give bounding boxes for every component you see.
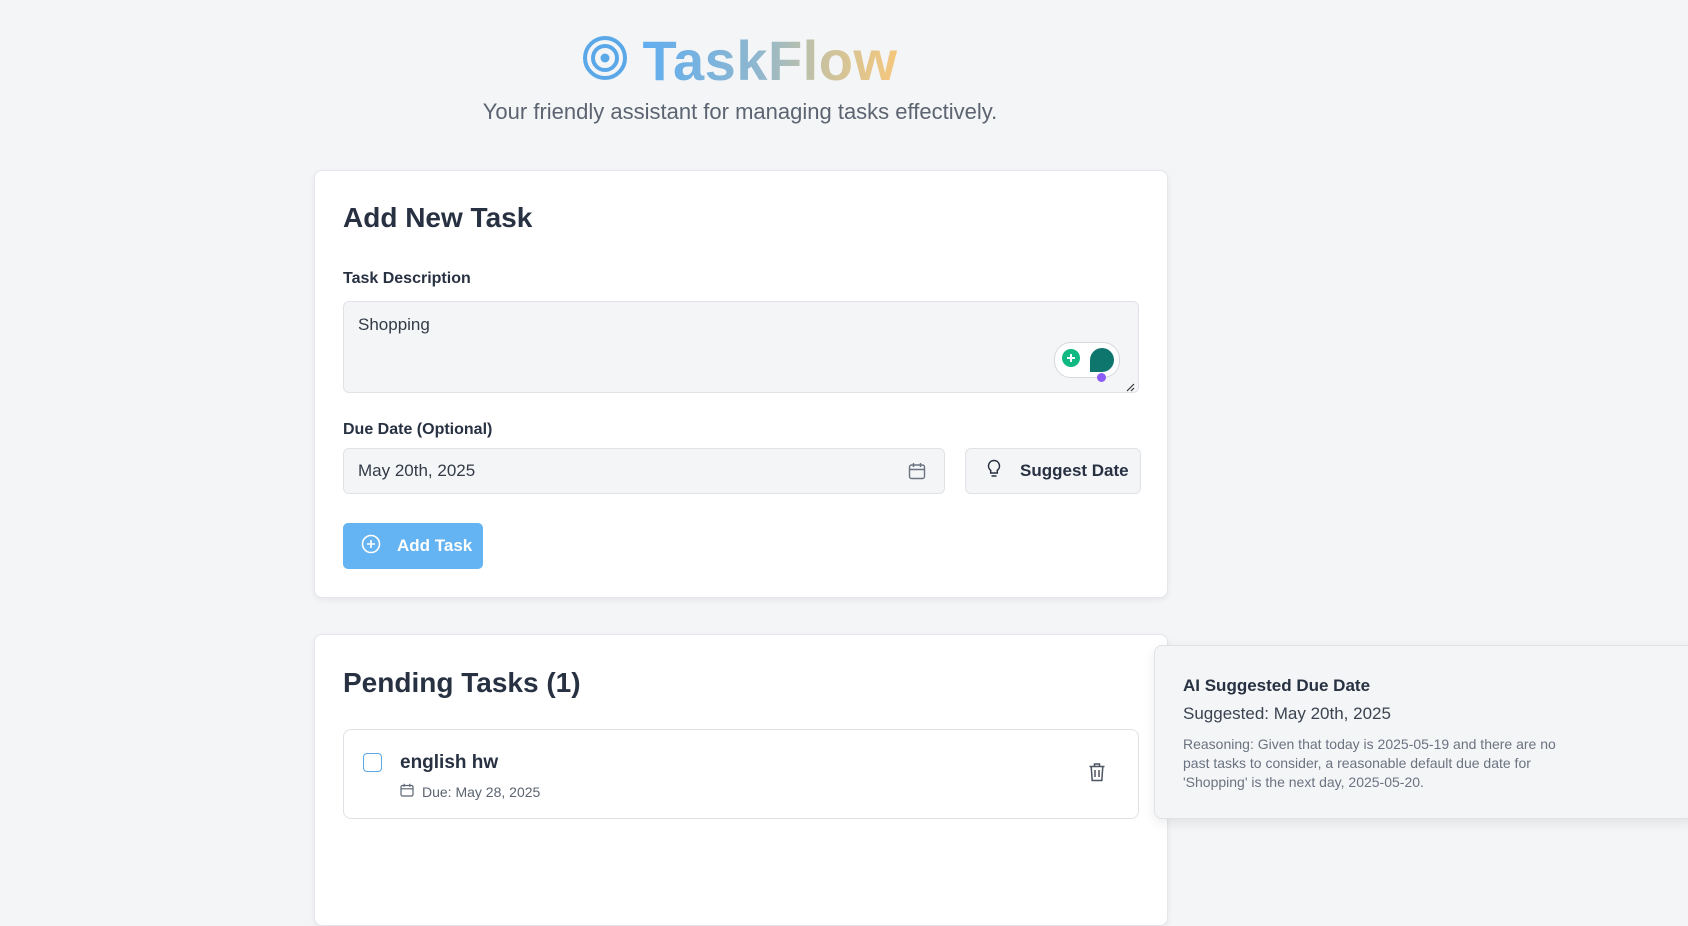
target-icon <box>582 35 628 86</box>
notification-dot <box>1097 373 1106 382</box>
suggest-date-button[interactable]: Suggest Date <box>965 448 1141 494</box>
assistant-widget-icon <box>1055 348 1119 381</box>
ai-suggestion-toast: AI Suggested Due Date Suggested: May 20t… <box>1154 645 1688 819</box>
due-date-label: Due Date (Optional) <box>343 421 493 438</box>
add-task-button[interactable]: Add Task <box>343 523 483 569</box>
calendar-icon <box>908 462 926 485</box>
assistant-widget[interactable] <box>1054 342 1120 382</box>
app-subtitle: Your friendly assistant for managing tas… <box>482 99 998 124</box>
app-title: TaskFlow <box>642 29 898 92</box>
task-name: english hw <box>400 752 499 773</box>
toast-title: AI Suggested Due Date <box>1183 676 1371 695</box>
add-task-label: Add Task <box>397 536 473 555</box>
task-description-label: Task Description <box>343 270 471 287</box>
brand: TaskFlow <box>582 28 897 93</box>
toast-reasoning: Reasoning: Given that today is 2025-05-1… <box>1183 736 1556 790</box>
trash-icon[interactable] <box>1088 762 1106 787</box>
toast-suggested-date: Suggested: May 20th, 2025 <box>1183 704 1391 723</box>
app-header: TaskFlow Your friendly assistant for man… <box>0 28 1480 125</box>
lightbulb-icon <box>986 459 1002 484</box>
due-date-value: May 20th, 2025 <box>358 461 476 480</box>
task-item: english hw Due: May 28, 2025 <box>343 729 1139 819</box>
suggest-date-label: Suggest Date <box>1020 461 1129 480</box>
task-description-value: Shopping <box>358 315 430 334</box>
resize-handle-icon[interactable] <box>1125 379 1135 392</box>
task-description-input[interactable]: Shopping <box>343 301 1139 393</box>
pending-tasks-card: Pending Tasks (1) english hw Due: May 28… <box>314 634 1168 926</box>
due-date-picker[interactable]: May 20th, 2025 <box>343 448 945 494</box>
plus-circle-icon <box>361 534 381 559</box>
task-due-text: Due: May 28, 2025 <box>422 783 541 800</box>
task-due-date: Due: May 28, 2025 <box>400 783 540 800</box>
add-task-heading: Add New Task <box>343 202 533 233</box>
pending-tasks-heading: Pending Tasks (1) <box>343 667 581 698</box>
calendar-icon <box>400 783 414 800</box>
add-task-card: Add New Task Task Description Shopping D… <box>314 170 1168 598</box>
task-complete-checkbox[interactable] <box>363 753 382 772</box>
